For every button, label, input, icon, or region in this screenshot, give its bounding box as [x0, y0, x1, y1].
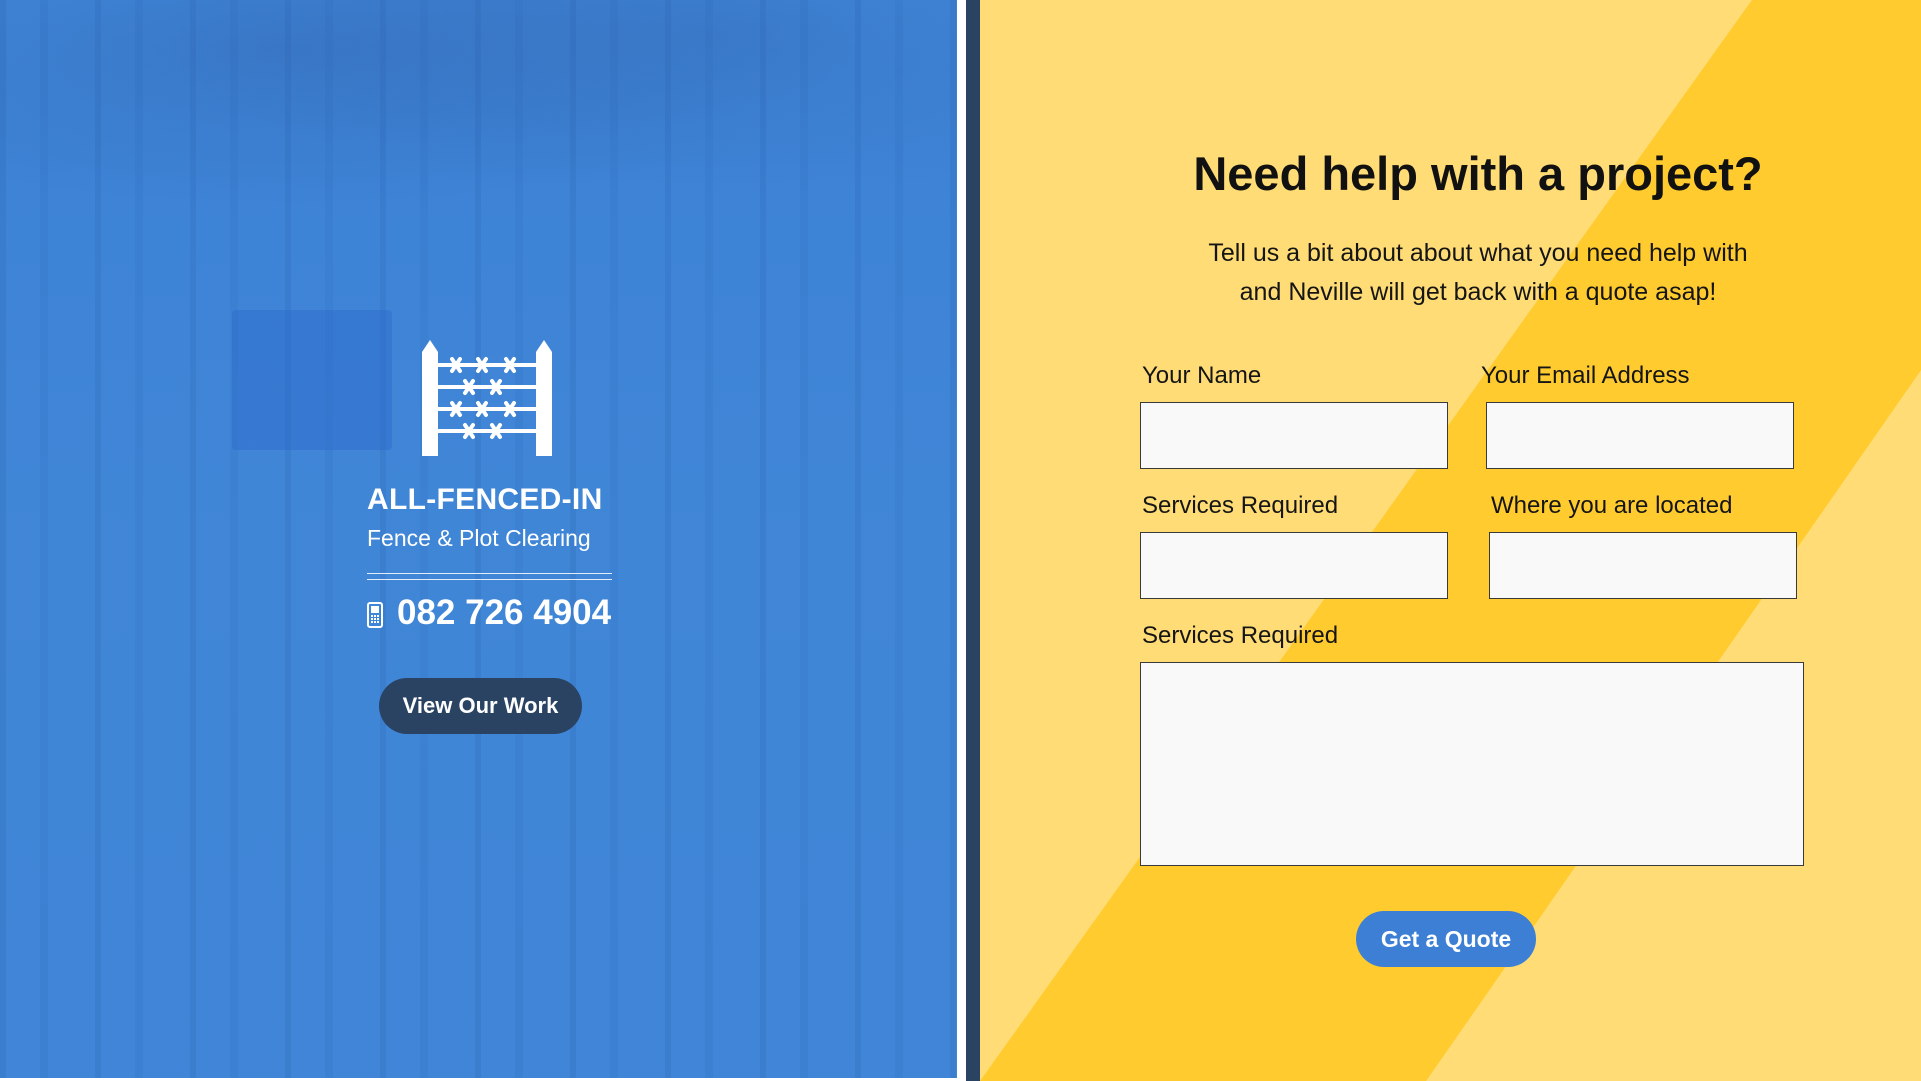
services-details-label: Services Required	[1142, 622, 1339, 649]
brand-tagline: Fence & Plot Clearing	[367, 525, 591, 551]
get-a-quote-button[interactable]: Get a Quote	[1356, 911, 1536, 967]
page: ALL-FENCED-IN Fence & Plot Clearing 082 …	[0, 0, 1921, 1081]
services-required-input[interactable]	[1140, 532, 1448, 599]
view-our-work-button[interactable]: View Our Work	[379, 678, 582, 734]
form-intro-line-1: Tell us a bit about about what you need …	[1208, 239, 1748, 267]
brand-divider	[367, 573, 612, 580]
your-name-input[interactable]	[1140, 402, 1448, 469]
hero-panel: ALL-FENCED-IN Fence & Plot Clearing 082 …	[0, 0, 957, 1078]
panel-divider-light	[957, 0, 966, 1081]
form-heading: Need help with a project?	[1193, 147, 1763, 200]
background-sign	[232, 310, 392, 450]
services-required-label: Services Required	[1142, 492, 1339, 519]
brand-name: ALL-FENCED-IN	[367, 483, 603, 516]
fence-logo-icon	[422, 340, 552, 456]
your-name-label: Your Name	[1142, 362, 1262, 389]
panel-divider-dark	[966, 0, 980, 1081]
phone-row[interactable]: 082 726 4904	[367, 593, 611, 633]
quote-form-panel: Need help with a project? Tell us a bit …	[980, 0, 1921, 1081]
form-intro: Tell us a bit about about what you need …	[1128, 234, 1828, 312]
email-address-input[interactable]	[1486, 402, 1794, 469]
email-address-label: Your Email Address	[1481, 362, 1690, 389]
mobile-phone-icon	[367, 602, 383, 628]
services-details-textarea[interactable]	[1140, 662, 1804, 866]
form-intro-line-2: and Neville will get back with a quote a…	[1239, 278, 1717, 306]
background-trees	[0, 0, 957, 240]
location-input[interactable]	[1489, 532, 1797, 599]
phone-number[interactable]: 082 726 4904	[397, 593, 611, 633]
location-label: Where you are located	[1491, 492, 1733, 519]
